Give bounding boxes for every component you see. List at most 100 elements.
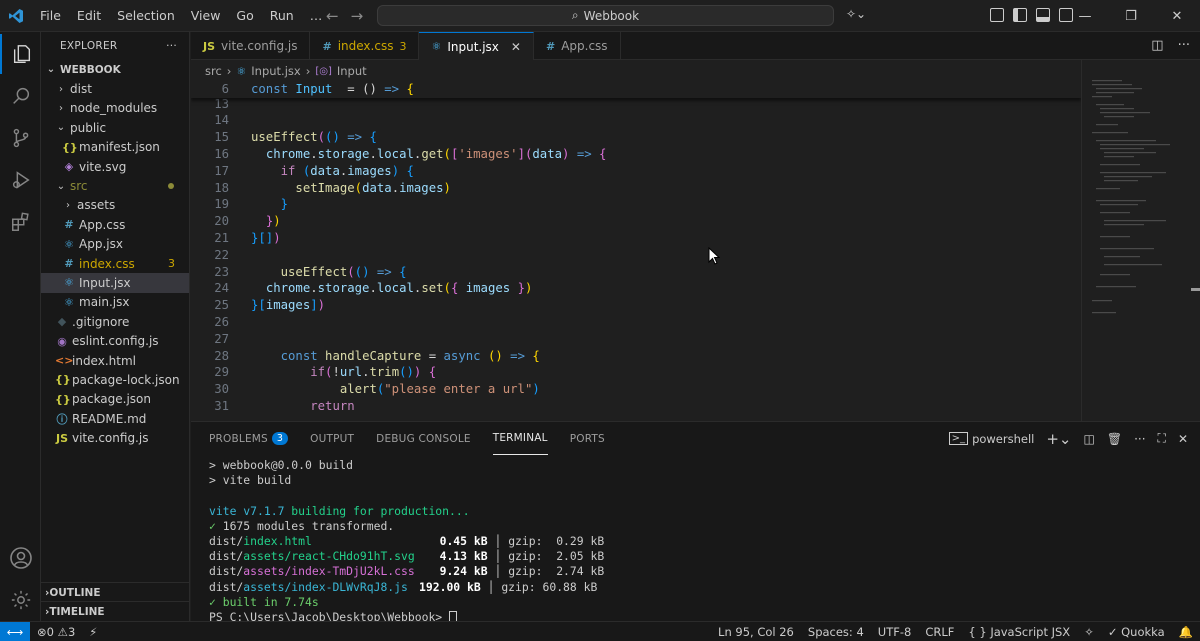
tree-item[interactable]: ⚛ Input.jsx: [41, 273, 189, 293]
breadcrumb-file[interactable]: Input.jsx: [251, 64, 300, 78]
tree-item[interactable]: {} package-lock.json: [41, 370, 189, 389]
code-token: {: [428, 365, 437, 380]
panel-tab-problems[interactable]: PROBLEMS 3: [209, 422, 289, 455]
minimap[interactable]: [1081, 60, 1200, 421]
vite-status: building for production...: [284, 503, 470, 518]
tree-item[interactable]: ◆ .gitignore: [41, 312, 189, 331]
code-token: useEffect: [251, 130, 318, 145]
tree-item[interactable]: <> index.html: [41, 351, 189, 370]
forward-arrow-icon[interactable]: →: [351, 7, 364, 25]
menu-edit[interactable]: Edit: [69, 0, 109, 32]
tree-item[interactable]: JS vite.config.js: [41, 428, 189, 447]
code-token: =>: [347, 130, 363, 145]
close-tab-icon[interactable]: ✕: [511, 40, 521, 54]
copilot-icon[interactable]: ✧⌄: [846, 7, 866, 21]
tree-item[interactable]: # App.css: [41, 215, 189, 234]
outline-section[interactable]: › OUTLINE: [41, 582, 189, 602]
tree-item[interactable]: › dist: [41, 79, 189, 98]
maximize-panel-icon[interactable]: ⛶: [1158, 431, 1166, 446]
menu-run[interactable]: Run: [262, 0, 302, 32]
terminal-shell-name[interactable]: powershell: [972, 432, 1034, 446]
tree-item[interactable]: ⌄ src: [41, 176, 189, 195]
account-icon[interactable]: [0, 538, 41, 578]
split-terminal-icon[interactable]: ◫: [1084, 432, 1095, 446]
menu-view[interactable]: View: [183, 0, 229, 32]
minimize-icon[interactable]: —: [1062, 0, 1108, 32]
menu-selection[interactable]: Selection: [109, 0, 183, 32]
language-mode[interactable]: { } JavaScript JSX: [961, 625, 1077, 639]
code-line: 25}[images]): [191, 297, 1081, 314]
toggle-panel-icon[interactable]: [1036, 8, 1050, 22]
code-token: 'images': [458, 147, 518, 161]
new-terminal-icon[interactable]: +⌄: [1046, 430, 1071, 448]
panel-tab-output[interactable]: OUTPUT: [310, 422, 354, 455]
tab-index-css[interactable]: # index.css 3: [310, 32, 420, 60]
tree-item[interactable]: # index.css 3: [41, 254, 189, 273]
tree-item[interactable]: › assets: [41, 196, 189, 215]
json-file-icon: {}: [55, 392, 71, 406]
copilot-status-icon[interactable]: ✧: [1077, 625, 1101, 639]
menu-go[interactable]: Go: [228, 0, 261, 32]
extensions-icon[interactable]: [0, 202, 41, 242]
close-panel-icon[interactable]: ✕: [1178, 432, 1188, 446]
file-pad: [312, 534, 422, 548]
file-size: 0.45 kB: [439, 533, 488, 548]
tree-item[interactable]: ⚛ App.jsx: [41, 235, 189, 254]
more-actions-icon[interactable]: ···: [166, 40, 177, 52]
tree-item[interactable]: {} manifest.json: [41, 138, 189, 157]
cursor-position[interactable]: Ln 95, Col 26: [711, 625, 801, 639]
terminal-line: ✓ 1675 modules transformed.: [209, 519, 1189, 534]
tree-item[interactable]: {} package.json: [41, 390, 189, 409]
tree-item[interactable]: ◈ vite.svg: [41, 157, 189, 176]
tree-item[interactable]: › node_modules: [41, 99, 189, 118]
tree-item[interactable]: ◉ eslint.config.js: [41, 331, 189, 350]
encoding[interactable]: UTF-8: [871, 625, 919, 639]
panel-tab-ports[interactable]: PORTS: [570, 422, 605, 455]
explorer-icon[interactable]: [0, 34, 41, 74]
split-editor-icon[interactable]: ◫: [1151, 38, 1163, 53]
tab-app-css[interactable]: # App.css: [534, 32, 621, 60]
more-actions-icon[interactable]: ···: [1178, 38, 1190, 53]
breadcrumb-folder[interactable]: src: [205, 64, 222, 78]
workspace-root[interactable]: ⌄ WEBBOOK: [41, 60, 189, 79]
tree-item[interactable]: ⓘ README.md: [41, 409, 189, 428]
code-line: 13: [191, 96, 1081, 113]
terminal-blank: [209, 488, 1189, 503]
panel-tab-terminal[interactable]: TERMINAL: [492, 422, 548, 455]
panel-tab-debug-console[interactable]: DEBUG CONSOLE: [376, 422, 471, 455]
back-arrow-icon[interactable]: ←: [326, 7, 339, 25]
trash-icon[interactable]: 🗑: [1107, 432, 1122, 446]
code-editor[interactable]: 6 const Input = () => {13 14 15 useEffect(()…: [191, 82, 1081, 421]
panel-tab-label: OUTPUT: [310, 432, 355, 445]
restore-icon[interactable]: ❐: [1108, 0, 1154, 32]
toggle-primary-sidebar-icon[interactable]: [1013, 8, 1027, 22]
code-token: {: [406, 82, 414, 96]
command-center-search[interactable]: ⌕ Webbook: [377, 5, 834, 26]
notifications-bell-icon[interactable]: 🔔: [1172, 625, 1200, 639]
remote-indicator-icon[interactable]: ⟷: [0, 621, 30, 641]
menu-file[interactable]: File: [32, 0, 69, 32]
problems-status[interactable]: ⊗0 ⚠3: [30, 625, 82, 639]
source-control-icon[interactable]: [0, 118, 41, 158]
indentation[interactable]: Spaces: 4: [801, 625, 871, 639]
close-window-icon[interactable]: ✕: [1154, 0, 1200, 32]
ports-icon[interactable]: ⚡: [82, 625, 104, 639]
tree-item[interactable]: ⚛ main.jsx: [41, 293, 189, 312]
run-debug-icon[interactable]: [0, 160, 41, 200]
settings-gear-icon[interactable]: [0, 580, 41, 620]
search-view-icon[interactable]: [0, 76, 41, 116]
customize-layout-icon[interactable]: [990, 8, 1004, 22]
panel-tab-label: DEBUG CONSOLE: [376, 432, 471, 445]
more-actions-icon[interactable]: ···: [1134, 432, 1145, 446]
tab-input-jsx[interactable]: ⚛ Input.jsx ✕: [419, 32, 534, 60]
terminal-output[interactable]: > webbook@0.0.0 build > vite build vite …: [209, 458, 1189, 625]
quokka-status[interactable]: ✓ Quokka: [1101, 625, 1172, 639]
timeline-section[interactable]: › TIMELINE: [41, 601, 189, 621]
file-name: assets/index-TmDjU2kL.css: [243, 564, 415, 579]
tab-vite-config-js[interactable]: JS vite.config.js: [191, 32, 311, 60]
title-bar: File Edit Selection View Go Run … ← → ⌕ …: [0, 0, 1200, 32]
breadcrumb-symbol[interactable]: Input: [337, 64, 367, 78]
end-of-line[interactable]: CRLF: [918, 625, 961, 639]
tree-item[interactable]: ⌄ public: [41, 118, 189, 137]
